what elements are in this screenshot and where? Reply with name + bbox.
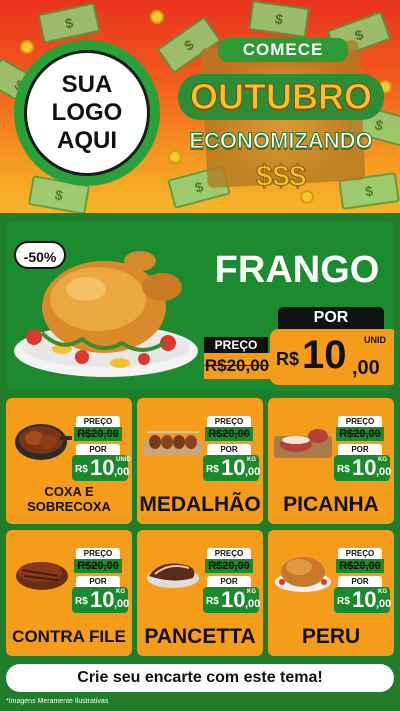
old-price: R$20,00	[336, 559, 384, 573]
logo-placeholder: SUA LOGO AQUI	[14, 40, 160, 186]
product-card-peru[interactable]: PREÇO R$20,00 POR R$ 10 KG ,00 PERU	[268, 530, 394, 656]
price-unit: UNID	[364, 335, 386, 345]
product-card-coxa[interactable]: PREÇO R$20,00 POR R$ 10 UNID ,00 COXA E …	[6, 398, 132, 524]
logo-text-line: AQUI	[57, 127, 117, 154]
new-price-label: POR	[207, 444, 251, 455]
price-currency: R$	[337, 596, 350, 607]
product-name: MEDALHÃO	[139, 493, 261, 516]
new-price-label: POR	[207, 576, 251, 587]
promo-badge: COMECE OUTUBRO ECONOMIZANDO $$$	[176, 28, 386, 204]
product-name: PANCETTA	[144, 625, 256, 648]
price-decimal: ,00	[352, 357, 380, 379]
new-price-label: POR	[338, 444, 382, 455]
featured-product-name: FRANGO	[214, 249, 380, 291]
medalhao-image	[143, 431, 201, 456]
product-card-pancetta[interactable]: PREÇO R$20,00 POR R$ 10 KG ,00 PANCETTA	[137, 530, 263, 656]
price-integer: 10	[221, 455, 246, 480]
price-unit: KG	[247, 457, 256, 463]
old-price-label: PREÇO	[338, 548, 382, 559]
badge-line-outubro: OUTUBRO	[178, 74, 384, 120]
product-name: PERU	[301, 625, 361, 648]
header-banner: SUA LOGO AQUI COMECE OUTUBRO ECONOMIZAND…	[0, 0, 400, 213]
money-bill-icon	[37, 2, 101, 44]
price-decimal: ,00	[376, 598, 392, 610]
product-name: COXA E SOBRECOXA	[27, 484, 111, 514]
old-price: R$20,00	[205, 559, 253, 573]
new-price-label: POR	[278, 307, 384, 329]
price-currency: R$	[337, 464, 350, 475]
price-integer: 10	[90, 455, 115, 480]
logo-text-line: SUA	[61, 71, 113, 98]
price-currency: R$	[75, 464, 88, 475]
new-price-label: POR	[338, 576, 382, 587]
price-decimal: ,00	[245, 598, 261, 610]
badge-line-comece: COMECE	[218, 38, 348, 62]
product-card-medalhao[interactable]: PREÇO R$20,00 POR R$ 10 KG ,00 MEDALHÃO	[137, 398, 263, 524]
old-price-label: PREÇO	[207, 548, 251, 559]
old-price: R$20,00	[336, 427, 384, 441]
coin-icon	[150, 10, 164, 24]
featured-product-card[interactable]: -50% FRANGO PREÇO R$20,00 POR R$ 10 ,00 …	[6, 221, 394, 391]
pancetta-image	[147, 563, 199, 588]
old-price-label: PREÇO	[338, 416, 382, 427]
price-unit: KG	[378, 457, 387, 463]
price-currency: R$	[206, 464, 219, 475]
peru-image	[275, 557, 331, 592]
price-unit: UNID	[116, 457, 131, 463]
price-currency: R$	[206, 596, 219, 607]
old-price-label: PREÇO	[76, 416, 120, 427]
old-price: R$20,00	[205, 427, 253, 441]
price-currency: R$	[75, 596, 88, 607]
price-integer: 10	[352, 455, 377, 480]
picanha-image	[274, 429, 332, 458]
new-price-label: POR	[76, 576, 120, 587]
price-integer: 10	[352, 587, 377, 612]
badge-line-economizando: ECONOMIZANDO	[189, 128, 373, 154]
price-unit: KG	[378, 589, 387, 595]
coxa-image	[15, 424, 72, 460]
new-price-label: POR	[76, 444, 120, 455]
old-price-label: PREÇO	[76, 548, 120, 559]
price-integer: 10	[90, 587, 115, 612]
coin-icon	[20, 40, 34, 54]
disclaimer-text: *Imagens Meramente Ilustrativas	[6, 698, 109, 705]
price-unit: KG	[247, 589, 256, 595]
cta-banner[interactable]: Crie seu encarte com este tema!	[6, 664, 394, 692]
product-name: CONTRA FILE	[12, 627, 126, 646]
price-integer: 10	[302, 333, 347, 377]
old-price: R$20,00	[204, 353, 270, 379]
old-price: R$20,00	[74, 427, 122, 441]
price-decimal: ,00	[114, 598, 130, 610]
product-name: PICANHA	[283, 493, 379, 516]
badge-dollar-signs: $$$	[255, 160, 307, 194]
old-price: R$20,00	[74, 559, 122, 573]
old-price-label: PREÇO	[204, 337, 268, 353]
price-decimal: ,00	[114, 466, 130, 478]
product-card-contra-file[interactable]: PREÇO R$20,00 POR R$ 10 KG ,00 CONTRA FI…	[6, 530, 132, 656]
discount-badge: -50%	[14, 241, 66, 269]
price-unit: KG	[116, 589, 125, 595]
product-card-picanha[interactable]: PREÇO R$20,00 POR R$ 10 KG ,00 PICANHA	[268, 398, 394, 524]
price-decimal: ,00	[376, 466, 392, 478]
price-decimal: ,00	[245, 466, 261, 478]
logo-text-line: LOGO	[51, 99, 123, 126]
price-integer: 10	[221, 587, 246, 612]
price-currency: R$	[276, 349, 300, 369]
old-price-label: PREÇO	[207, 416, 251, 427]
contra-file-image	[16, 562, 68, 590]
